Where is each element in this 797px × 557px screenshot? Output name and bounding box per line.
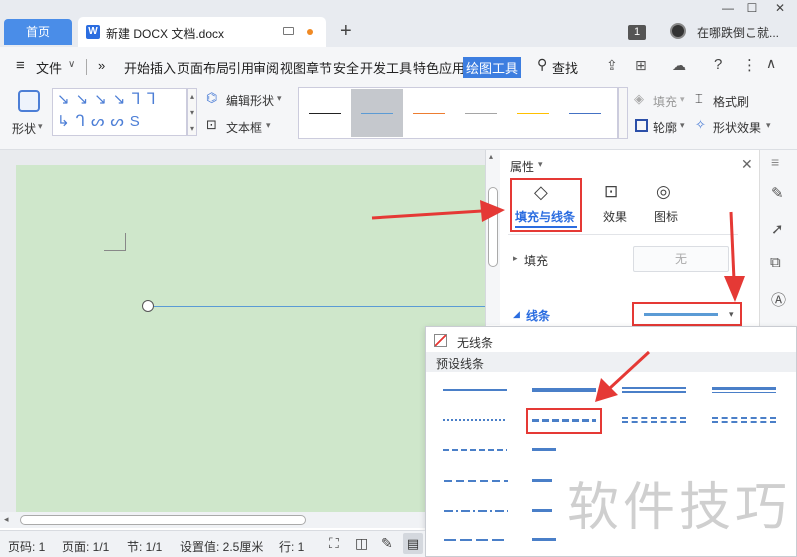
arrow-to-line-dropdown [724, 211, 745, 302]
arrow-to-fill-tab [371, 200, 505, 222]
watermark: 软件技巧 [567, 478, 792, 538]
arrow-to-dashed-line [595, 350, 651, 402]
